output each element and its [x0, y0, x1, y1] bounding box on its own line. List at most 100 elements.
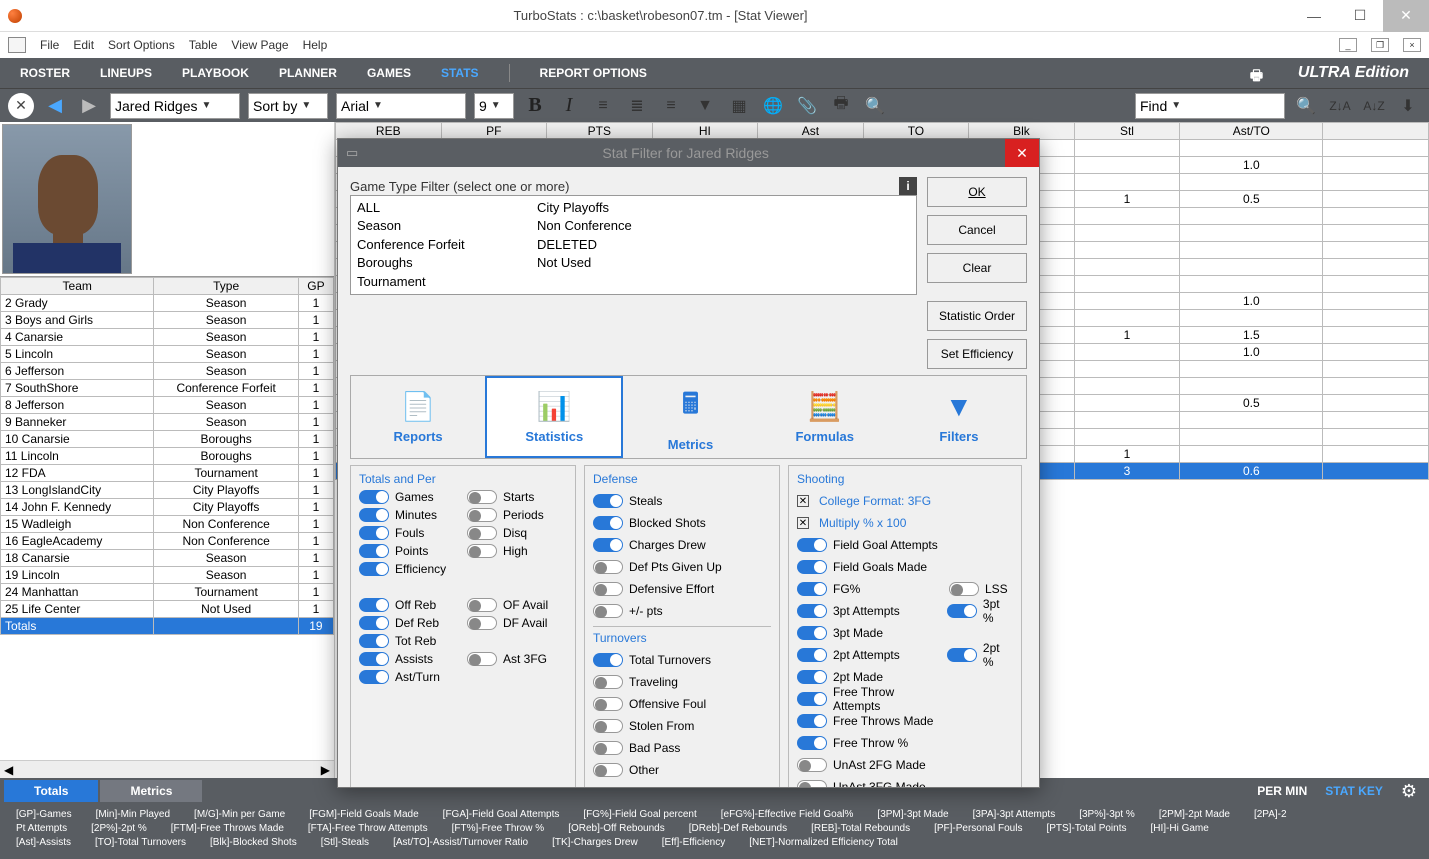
toggle[interactable]: [467, 598, 497, 612]
sort-select[interactable]: Sort by▼: [248, 93, 328, 119]
table-row[interactable]: 18 CanarsieSeason1: [1, 550, 334, 567]
sort-az-icon[interactable]: A↓Z: [1361, 93, 1387, 119]
tab-stat-key[interactable]: STAT KEY: [1317, 784, 1391, 798]
table-row[interactable]: 9 BannekerSeason1: [1, 414, 334, 431]
menu-sort[interactable]: Sort Options: [108, 38, 175, 52]
toggle[interactable]: [359, 616, 389, 630]
size-select[interactable]: 9▼: [474, 93, 514, 119]
align-center-icon[interactable]: ≣: [624, 93, 650, 119]
table-row[interactable]: 16 EagleAcademyNon Conference1: [1, 533, 334, 550]
game-type-list[interactable]: ALLCity PlayoffsSeasonNon ConferenceConf…: [350, 195, 917, 295]
cancel-icon[interactable]: ✕: [8, 93, 34, 119]
toggle[interactable]: [593, 763, 623, 777]
dialog-tab-metrics[interactable]: 🖩Metrics: [623, 376, 757, 458]
toggle[interactable]: [359, 490, 389, 504]
col-header[interactable]: HI: [652, 123, 758, 140]
dialog-close-button[interactable]: ✕: [1005, 139, 1039, 167]
toggle[interactable]: [593, 697, 623, 711]
font-select[interactable]: Arial▼: [336, 93, 466, 119]
print-toolbar-icon[interactable]: 🖶: [828, 93, 854, 119]
col-header[interactable]: Ast: [758, 123, 864, 140]
nav-roster[interactable]: ROSTER: [20, 66, 70, 80]
table-row[interactable]: 11 LincolnBoroughs1: [1, 448, 334, 465]
toggle[interactable]: [797, 648, 827, 662]
align-left-icon[interactable]: ≡: [590, 93, 616, 119]
table-row[interactable]: 19 LincolnSeason1: [1, 567, 334, 584]
toggle[interactable]: [359, 670, 389, 684]
toggle[interactable]: [949, 582, 979, 596]
col-header[interactable]: REB: [336, 123, 442, 140]
globe-icon[interactable]: 🌐: [760, 93, 786, 119]
close-button[interactable]: ✕: [1383, 0, 1429, 32]
maximize-button[interactable]: ☐: [1337, 0, 1383, 32]
italic-icon[interactable]: I: [556, 93, 582, 119]
game-type-item[interactable]: Boroughs: [357, 254, 537, 272]
toggle[interactable]: [359, 562, 389, 576]
toggle[interactable]: [359, 652, 389, 666]
menu-help[interactable]: Help: [303, 38, 328, 52]
table-row[interactable]: 24 ManhattanTournament1: [1, 584, 334, 601]
checkbox[interactable]: ✕: [797, 495, 809, 507]
table-row[interactable]: 6 JeffersonSeason1: [1, 363, 334, 380]
clear-button[interactable]: Clear: [927, 253, 1027, 283]
game-type-item[interactable]: City Playoffs: [537, 199, 910, 217]
tab-totals[interactable]: Totals: [4, 780, 98, 802]
col-header[interactable]: Blk: [969, 123, 1075, 140]
toggle[interactable]: [797, 780, 827, 787]
toggle[interactable]: [947, 604, 977, 618]
col-header[interactable]: Stl: [1074, 123, 1180, 140]
find-input[interactable]: Find▼: [1135, 93, 1285, 119]
dialog-tab-filters[interactable]: ▼Filters: [892, 376, 1026, 458]
toggle[interactable]: [467, 652, 497, 666]
toggle[interactable]: [593, 538, 623, 552]
print-icon[interactable]: 🖶 ▾: [1250, 65, 1268, 81]
toggle[interactable]: [593, 719, 623, 733]
mdi-close-button[interactable]: ×: [1403, 38, 1421, 52]
nav-playbook[interactable]: PLAYBOOK: [182, 66, 249, 80]
toggle[interactable]: [467, 616, 497, 630]
sort-za-icon[interactable]: Z↓A: [1327, 93, 1353, 119]
dialog-tab-statistics[interactable]: 📊Statistics: [485, 376, 623, 458]
nav-stats[interactable]: STATS: [441, 66, 479, 80]
table-row[interactable]: 12 FDATournament1: [1, 465, 334, 482]
nav-games[interactable]: GAMES: [367, 66, 411, 80]
toggle[interactable]: [467, 490, 497, 504]
toggle[interactable]: [797, 736, 827, 750]
totals-row[interactable]: Totals19: [1, 618, 334, 635]
tab-per-min[interactable]: PER MIN: [1249, 784, 1315, 798]
table-row[interactable]: 14 John F. KennedyCity Playoffs1: [1, 499, 334, 516]
game-type-item[interactable]: Not Used: [537, 254, 910, 272]
toggle[interactable]: [797, 670, 827, 684]
game-type-item[interactable]: [537, 273, 910, 291]
search-icon[interactable]: 🔍: [1293, 93, 1319, 119]
table-row[interactable]: 8 JeffersonSeason1: [1, 397, 334, 414]
game-type-item[interactable]: Tournament: [357, 273, 537, 291]
toggle[interactable]: [593, 516, 623, 530]
table-row[interactable]: 25 Life CenterNot Used1: [1, 601, 334, 618]
col-header[interactable]: PF: [441, 123, 547, 140]
menu-view[interactable]: View Page: [231, 38, 288, 52]
set-efficiency-button[interactable]: Set Efficiency: [927, 339, 1027, 369]
toggle[interactable]: [593, 675, 623, 689]
game-type-item[interactable]: DELETED: [537, 236, 910, 254]
toggle[interactable]: [359, 598, 389, 612]
info-icon[interactable]: i: [899, 177, 917, 195]
toggle[interactable]: [359, 508, 389, 522]
table-row[interactable]: 13 LongIslandCityCity Playoffs1: [1, 482, 334, 499]
toggle[interactable]: [797, 604, 827, 618]
toggle[interactable]: [593, 741, 623, 755]
preview-icon[interactable]: 🔍: [862, 93, 888, 119]
toggle[interactable]: [359, 634, 389, 648]
col-header[interactable]: Ast/TO: [1180, 123, 1323, 140]
toggle[interactable]: [797, 560, 827, 574]
hscroll[interactable]: ◀▶: [0, 760, 334, 778]
game-type-item[interactable]: Season: [357, 217, 537, 235]
table-row[interactable]: 4 CanarsieSeason1: [1, 329, 334, 346]
col-header[interactable]: Type: [154, 278, 298, 295]
games-grid[interactable]: TeamTypeGP2 GradySeason13 Boys and Girls…: [0, 276, 334, 760]
toggle[interactable]: [593, 653, 623, 667]
toggle[interactable]: [593, 604, 623, 618]
grid-icon[interactable]: ▦: [726, 93, 752, 119]
table-row[interactable]: 5 LincolnSeason1: [1, 346, 334, 363]
game-type-item[interactable]: ALL: [357, 199, 537, 217]
